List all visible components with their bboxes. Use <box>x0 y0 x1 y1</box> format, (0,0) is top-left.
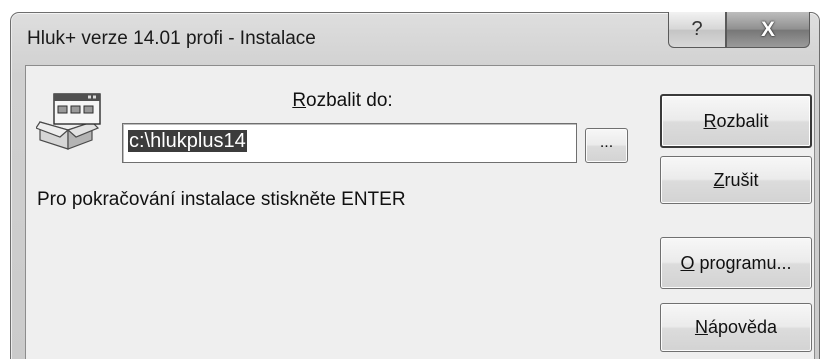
about-button-label: O programu... <box>680 252 792 273</box>
installer-package-icon <box>35 92 108 150</box>
instruction-message: Pro pokračování instalace stiskněte ENTE… <box>37 189 406 210</box>
cancel-button-label: Zrušit <box>713 169 759 190</box>
help-icon: ? <box>691 18 703 40</box>
help-button[interactable]: Nápověda <box>660 303 812 352</box>
window-title: Hluk+ verze 14.01 profi - Instalace <box>27 28 316 49</box>
extract-to-label-text: ozbalit do: <box>306 90 393 111</box>
help-caption-button[interactable]: ? <box>668 12 726 48</box>
extract-button[interactable]: Rozbalit <box>660 94 812 148</box>
extract-button-label: Rozbalit <box>703 110 769 131</box>
about-button[interactable]: O programu... <box>660 237 812 289</box>
close-caption-button[interactable]: X <box>726 12 810 48</box>
close-icon: X <box>760 17 775 41</box>
extract-path-value: c:\hlukplus14 <box>128 130 247 152</box>
extract-to-label: Rozbalit do: <box>230 90 455 112</box>
cancel-button[interactable]: Zrušit <box>660 156 812 204</box>
browse-button[interactable]: ... <box>585 128 628 163</box>
extract-to-label-accel: R <box>292 90 307 111</box>
help-button-label: Nápověda <box>694 317 778 337</box>
extract-path-input[interactable]: c:\hlukplus14 <box>122 123 577 163</box>
browse-button-label: ... <box>599 133 614 151</box>
